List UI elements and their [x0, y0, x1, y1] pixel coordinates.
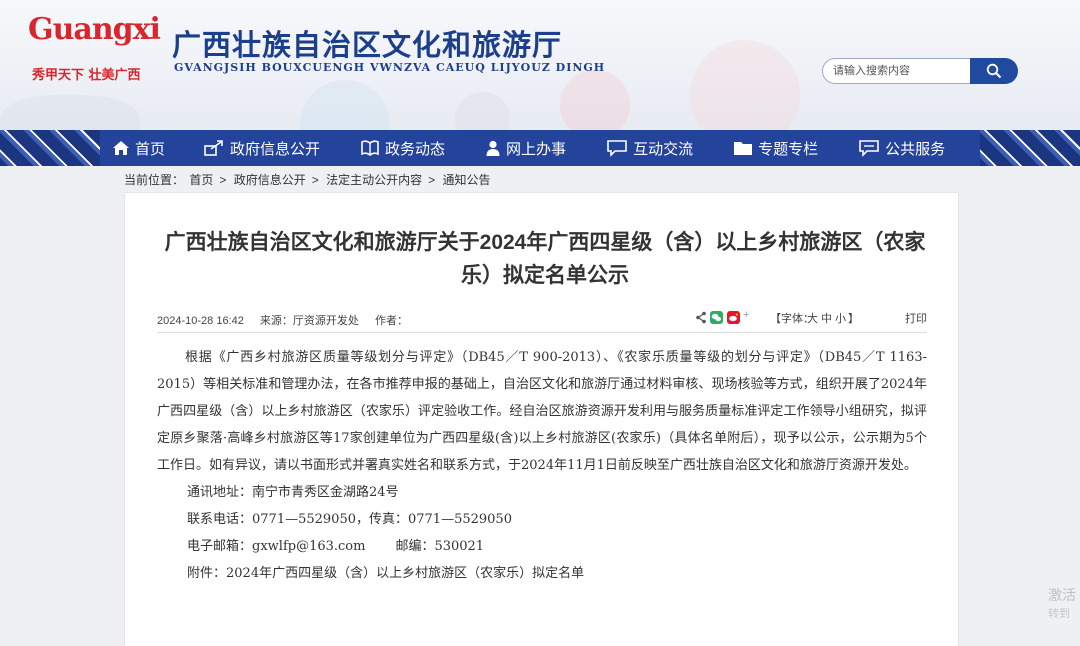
nav-item-gov-news[interactable]: 政务动态	[360, 130, 445, 166]
contact-postcode: 邮编：530021	[395, 539, 485, 554]
article-meta: 2024-10-28 16:42 来源：厅资源开发处 作者：	[157, 312, 421, 328]
breadcrumb-link-notices[interactable]: 通知公告	[442, 173, 490, 187]
search-input[interactable]	[822, 58, 970, 84]
share-icon	[204, 140, 223, 156]
nav-item-public-services[interactable]: 公共服务	[858, 130, 945, 166]
article-source: 来源：厅资源开发处	[259, 315, 359, 327]
nav-label: 首页	[135, 140, 166, 158]
breadcrumb-separator: >	[428, 173, 436, 187]
nav-pattern-left	[0, 130, 100, 166]
nav-item-topics[interactable]: 专题专栏	[733, 130, 818, 166]
site-logo[interactable]: Guangxi 秀甲天下 壮美广西	[22, 8, 162, 83]
breadcrumb-link-statutory[interactable]: 法定主动公开内容	[326, 173, 422, 187]
home-icon	[113, 141, 129, 155]
breadcrumb-link-gov-info[interactable]: 政府信息公开	[234, 173, 306, 187]
nav-label: 公共服务	[885, 140, 946, 158]
nav-pattern-right	[980, 130, 1080, 166]
search-icon	[986, 63, 1002, 79]
nav-label: 互动交流	[633, 140, 694, 158]
nav-item-online-services[interactable]: 网上办事	[485, 130, 566, 166]
person-icon	[486, 140, 500, 156]
font-size-end: 】	[848, 313, 859, 325]
print-button[interactable]: 打印	[905, 310, 927, 326]
breadcrumb-separator: >	[219, 173, 227, 187]
logo-wordmark: Guangxi	[28, 12, 161, 47]
breadcrumb-separator: >	[311, 173, 319, 187]
folder-icon	[734, 142, 753, 155]
article-author: 作者：	[374, 315, 408, 327]
site-title: 广西壮族自治区文化和旅游厅	[172, 28, 563, 62]
font-size-medium[interactable]: 中	[821, 310, 832, 326]
watermark-subtext: 转到	[1048, 608, 1070, 620]
breadcrumb: 当前位置： 首页 > 政府信息公开 > 法定主动公开内容 > 通知公告	[124, 171, 493, 188]
search-button[interactable]	[970, 58, 1018, 84]
nav-item-home[interactable]: 首页	[112, 130, 165, 166]
more-icon[interactable]: +	[743, 309, 749, 321]
divider	[157, 332, 927, 333]
contact-email-row: 电子邮箱：gxwlfp@163.com 邮编：530021	[157, 533, 927, 560]
wechat-icon[interactable]	[710, 311, 723, 324]
nav-item-interaction[interactable]: 互动交流	[606, 130, 693, 166]
article-paragraph: 根据《广西乡村旅游区质量等级划分与评定》（DB45／T 900-2013）、《农…	[157, 350, 927, 473]
article-body: 根据《广西乡村旅游区质量等级划分与评定》（DB45／T 900-2013）、《农…	[157, 344, 927, 587]
weibo-icon[interactable]	[727, 311, 740, 324]
article-title: 广西壮族自治区文化和旅游厅关于2024年广西四星级（含）以上乡村旅游区（农家乐）…	[164, 231, 926, 287]
font-size-small[interactable]: 小	[835, 310, 846, 326]
share-icon[interactable]	[695, 311, 707, 324]
chat-icon	[607, 140, 627, 157]
article-tools: + 【字体： 大 中 小 】 打印	[695, 309, 930, 326]
decor-circle	[0, 95, 140, 130]
logo-text: Guangxi	[28, 12, 161, 47]
breadcrumb-link-home[interactable]: 首页	[189, 173, 213, 187]
nav-label: 网上办事	[506, 140, 567, 158]
nav-label: 专题专栏	[758, 140, 819, 158]
attachment-link[interactable]: 附件：2024年广西四星级（含）以上乡村旅游区（农家乐）拟定名单	[157, 560, 927, 587]
decor-circle	[300, 80, 390, 130]
contact-phone: 联系电话：0771—5529050，传真：0771—5529050	[187, 512, 512, 527]
site-subtitle: GVANGJSIH BOUXCUENGH VWNZVA CAEUQ LIJYOU…	[174, 61, 606, 74]
decor-circle	[690, 40, 800, 130]
decor-circle	[560, 70, 630, 130]
nav-label: 政府信息公开	[230, 140, 321, 158]
contact-address: 通讯地址：南宁市青秀区金湖路24号	[187, 485, 399, 500]
decor-circle	[455, 92, 510, 130]
search-box	[822, 58, 1018, 84]
site-header: Guangxi 秀甲天下 壮美广西 广西壮族自治区文化和旅游厅 GVANGJSI…	[0, 0, 1080, 130]
breadcrumb-prefix: 当前位置：	[124, 173, 185, 187]
comment-icon	[859, 140, 879, 157]
contact-email[interactable]: 电子邮箱：gxwlfp@163.com	[187, 539, 365, 554]
book-icon	[361, 140, 379, 156]
article-panel: 广西壮族自治区文化和旅游厅关于2024年广西四星级（含）以上乡村旅游区（农家乐）…	[124, 192, 959, 646]
nav-item-gov-info[interactable]: 政府信息公开	[203, 130, 320, 166]
logo-slogan: 秀甲天下 壮美广西	[32, 68, 141, 83]
nav-label: 政务动态	[385, 140, 446, 158]
main-nav: 首页 政府信息公开 政务动态 网上办事 互动交流 专题专栏 公共服务	[100, 130, 980, 166]
main-nav-bar: 首页 政府信息公开 政务动态 网上办事 互动交流 专题专栏 公共服务	[0, 130, 1080, 166]
publish-date: 2024-10-28 16:42	[157, 315, 244, 327]
font-size-large[interactable]: 大	[807, 310, 818, 326]
watermark-text: 激活	[1048, 587, 1076, 603]
